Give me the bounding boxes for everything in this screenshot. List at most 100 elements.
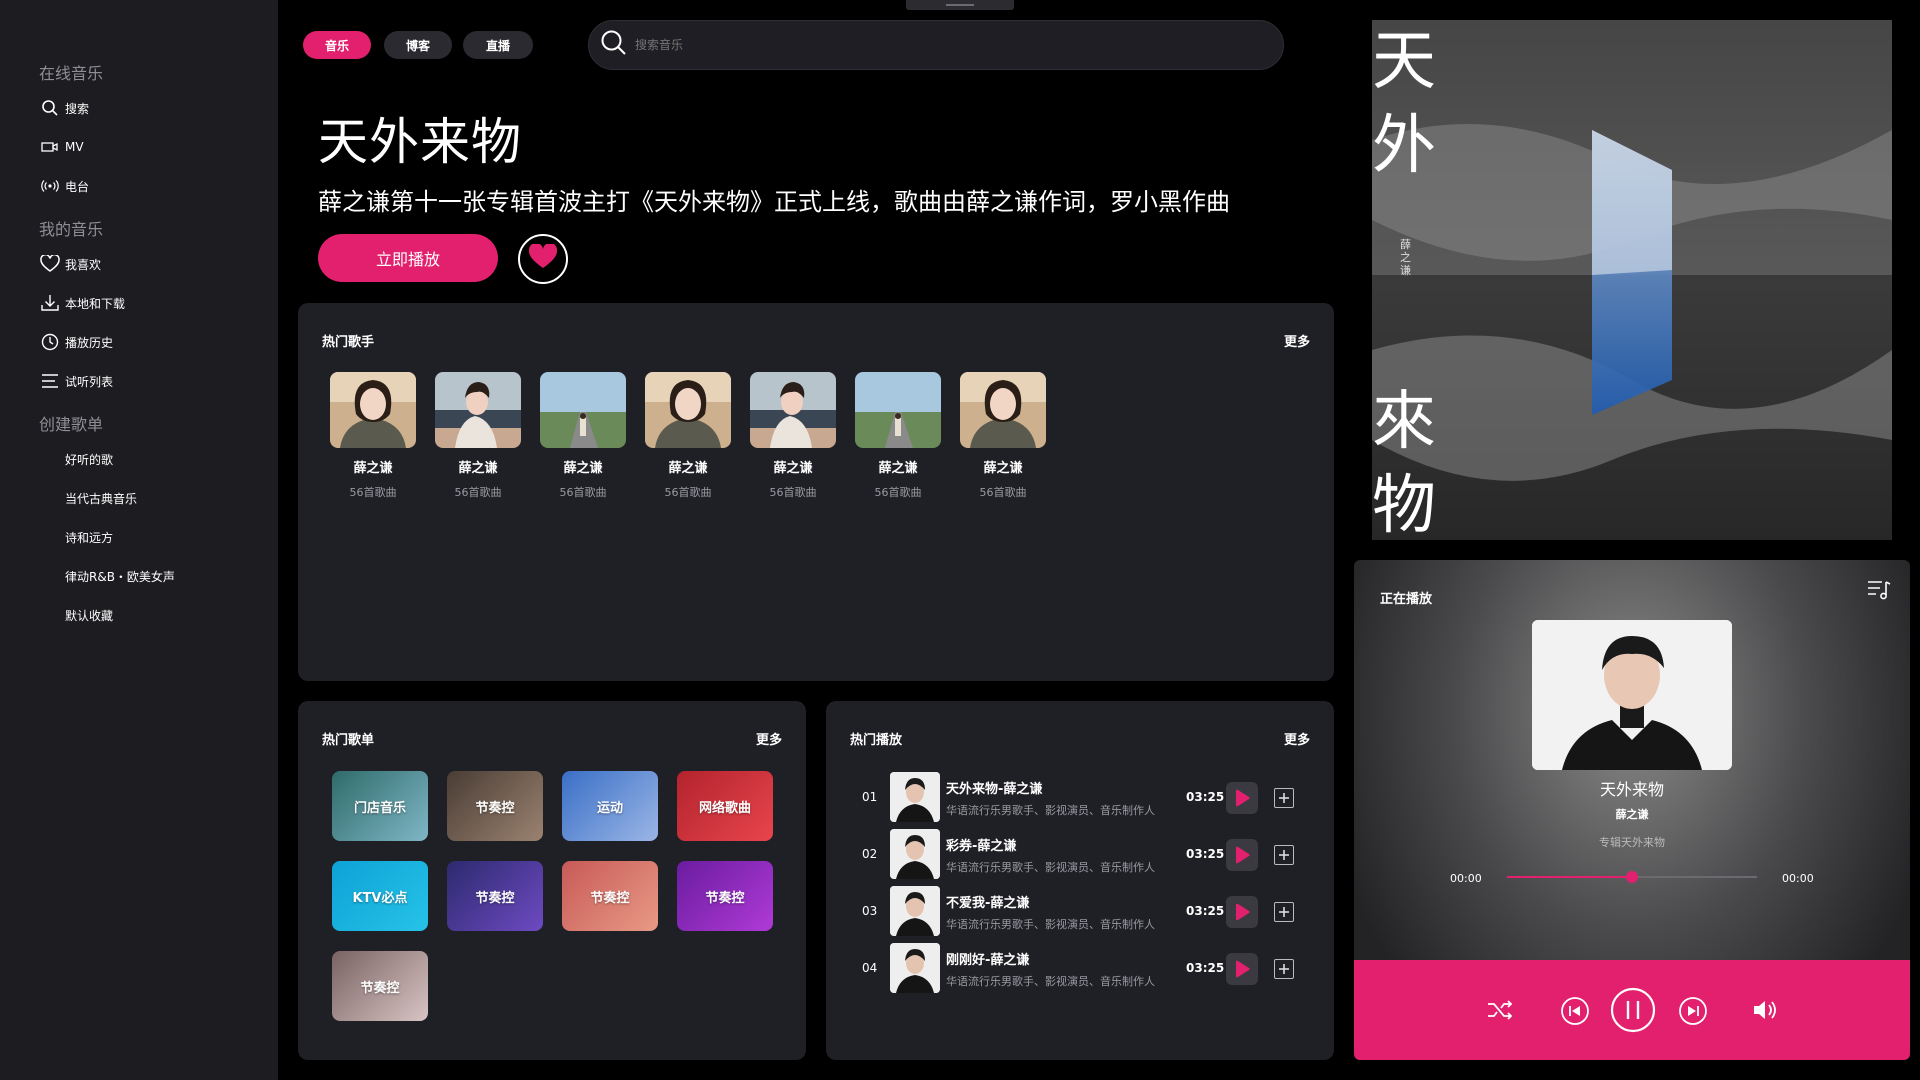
singer-card[interactable]: 薛之谦 56首歌曲 xyxy=(540,372,626,500)
add-to-list-button[interactable] xyxy=(1274,845,1294,865)
singer-name: 薛之谦 xyxy=(983,461,1023,476)
section-title-online: 在线音乐 xyxy=(39,64,104,83)
singer-photo xyxy=(645,372,731,448)
hot-playlists-title: 热门歌单 xyxy=(322,733,375,748)
song-row[interactable]: 02 彩券-薛之谦 华语流行乐男歌手、影视演员、音乐制作人 03:25 xyxy=(826,827,1356,879)
singer-card[interactable]: 薛之谦 56首歌曲 xyxy=(750,372,836,500)
sidebar-item-radio[interactable]: 电台 xyxy=(39,175,89,197)
plus-icon xyxy=(1279,964,1289,974)
add-to-list-button[interactable] xyxy=(1274,959,1294,979)
play-icon xyxy=(1236,903,1250,921)
song-title[interactable]: 天外来物-薛之谦 xyxy=(946,778,1042,797)
playlist-tile[interactable]: KTV必点 xyxy=(332,861,428,931)
drag-handle[interactable] xyxy=(906,0,1014,10)
sidebar-playlist-item[interactable]: 默认收藏 xyxy=(65,604,113,626)
singer-card[interactable]: 薛之谦 56首歌曲 xyxy=(960,372,1046,500)
now-playing-cover xyxy=(1532,620,1732,770)
next-icon[interactable] xyxy=(1678,996,1708,1030)
singer-card[interactable]: 薛之谦 56首歌曲 xyxy=(855,372,941,500)
sidebar-item-history[interactable]: 播放历史 xyxy=(39,331,113,353)
song-play-button[interactable] xyxy=(1226,896,1258,928)
hot-singers-title: 热门歌手 xyxy=(322,335,375,350)
song-number: 04 xyxy=(862,961,878,975)
sidebar-playlist-item[interactable]: 好听的歌 xyxy=(65,448,113,470)
progress-track[interactable] xyxy=(1507,871,1757,883)
add-to-list-button[interactable] xyxy=(1274,788,1294,808)
sidebar: 在线音乐 搜索 MV 电台 我的音乐 我喜欢 本地和下载 播放历史 试听列表 创… xyxy=(0,0,278,1080)
current-time: 00:00 xyxy=(1450,872,1482,885)
song-number: 01 xyxy=(862,790,878,804)
singer-song-count: 56首歌曲 xyxy=(769,486,817,499)
song-row[interactable]: 03 不爱我-薛之谦 华语流行乐男歌手、影视演员、音乐制作人 03:25 xyxy=(826,884,1356,936)
singer-card[interactable]: 薛之谦 56首歌曲 xyxy=(435,372,521,500)
hot-plays-more-link[interactable]: 更多 xyxy=(1284,729,1310,748)
tab-blog[interactable]: 博客 xyxy=(384,31,452,59)
shuffle-icon[interactable] xyxy=(1486,998,1514,1026)
heart-icon xyxy=(39,253,61,275)
tab-music[interactable]: 音乐 xyxy=(303,31,371,59)
album-artist-vertical: 薛之谦 xyxy=(1400,238,1411,277)
section-title-mine: 我的音乐 xyxy=(39,220,104,239)
search-bar[interactable] xyxy=(588,20,1284,70)
progress-knob[interactable] xyxy=(1626,871,1638,883)
search-icon[interactable] xyxy=(599,28,629,62)
hot-playlists-more-link[interactable]: 更多 xyxy=(756,729,782,748)
heart-icon xyxy=(528,242,558,274)
plus-icon xyxy=(1279,907,1289,917)
play-icon xyxy=(1236,846,1250,864)
sidebar-item-search[interactable]: 搜索 xyxy=(39,97,89,119)
sidebar-item-label: 电台 xyxy=(65,179,90,194)
favorite-button[interactable] xyxy=(518,234,568,284)
tab-live[interactable]: 直播 xyxy=(463,31,533,59)
playlist-tile[interactable]: 门店音乐 xyxy=(332,771,428,841)
hero-subtitle: 薛之谦第十一张专辑首波主打《天外来物》正式上线，歌曲由薛之谦作词，罗小黑作曲 xyxy=(318,188,1230,216)
singer-song-count: 56首歌曲 xyxy=(349,486,397,499)
playlist-tile[interactable]: 运动 xyxy=(562,771,658,841)
song-description: 华语流行乐男歌手、影视演员、音乐制作人 xyxy=(946,918,1155,931)
song-play-button[interactable] xyxy=(1226,782,1258,814)
song-title[interactable]: 刚刚好-薛之谦 xyxy=(946,949,1029,968)
radio-icon xyxy=(39,175,61,197)
sidebar-item-downloads[interactable]: 本地和下载 xyxy=(39,292,125,314)
singer-name: 薛之谦 xyxy=(773,461,813,476)
hot-singers-more-link[interactable]: 更多 xyxy=(1284,331,1310,350)
song-cover xyxy=(890,943,940,993)
sidebar-playlist-item[interactable]: 诗和远方 xyxy=(65,526,113,548)
now-playing-song: 天外来物 xyxy=(1599,780,1664,799)
singer-photo xyxy=(960,372,1046,448)
plus-icon xyxy=(1279,850,1289,860)
download-icon xyxy=(39,292,61,314)
sidebar-item-label: 播放历史 xyxy=(65,335,114,350)
previous-icon[interactable] xyxy=(1560,996,1590,1030)
playlist-queue-icon[interactable] xyxy=(1866,578,1892,606)
sidebar-item-favorites[interactable]: 我喜欢 xyxy=(39,253,101,275)
sidebar-playlist-item[interactable]: 当代古典音乐 xyxy=(65,487,137,509)
song-title[interactable]: 彩券-薛之谦 xyxy=(946,835,1016,854)
playlist-tile[interactable]: 节奏控 xyxy=(447,861,543,931)
playlist-tile[interactable]: 节奏控 xyxy=(562,861,658,931)
sidebar-item-mv[interactable]: MV xyxy=(39,136,84,158)
singer-photo xyxy=(330,372,416,448)
hot-plays-panel: 热门播放 更多 01 天外来物-薛之谦 华语流行乐男歌手、影视演员、音乐制作人 03:… xyxy=(826,701,1334,1060)
add-to-list-button[interactable] xyxy=(1274,902,1294,922)
singer-card[interactable]: 薛之谦 56首歌曲 xyxy=(645,372,731,500)
song-duration: 03:25 xyxy=(1186,790,1225,804)
sidebar-item-trial-list[interactable]: 试听列表 xyxy=(39,370,113,392)
pause-icon[interactable] xyxy=(1610,987,1656,1037)
play-icon xyxy=(1236,789,1250,807)
playlist-tile[interactable]: 节奏控 xyxy=(677,861,773,931)
song-row[interactable]: 01 天外来物-薛之谦 华语流行乐男歌手、影视演员、音乐制作人 03:25 xyxy=(826,770,1356,822)
song-title[interactable]: 不爱我-薛之谦 xyxy=(946,892,1029,911)
playlist-tile[interactable]: 节奏控 xyxy=(332,951,428,1021)
playlist-tile[interactable]: 节奏控 xyxy=(447,771,543,841)
sidebar-playlist-item[interactable]: 律动R&B・欧美女声 xyxy=(65,565,175,587)
playlist-tile[interactable]: 网络歌曲 xyxy=(677,771,773,841)
song-row[interactable]: 04 刚刚好-薛之谦 华语流行乐男歌手、影视演员、音乐制作人 03:25 xyxy=(826,941,1356,993)
search-input[interactable] xyxy=(635,38,1235,52)
song-play-button[interactable] xyxy=(1226,953,1258,985)
play-now-button[interactable]: 立即播放 xyxy=(318,234,498,282)
singer-card[interactable]: 薛之谦 56首歌曲 xyxy=(330,372,416,500)
volume-icon[interactable] xyxy=(1752,998,1780,1026)
song-play-button[interactable] xyxy=(1226,839,1258,871)
now-playing-panel: 正在播放 天外来物 薛之谦 专辑天外来物 00:00 00:00 xyxy=(1354,560,1910,1060)
